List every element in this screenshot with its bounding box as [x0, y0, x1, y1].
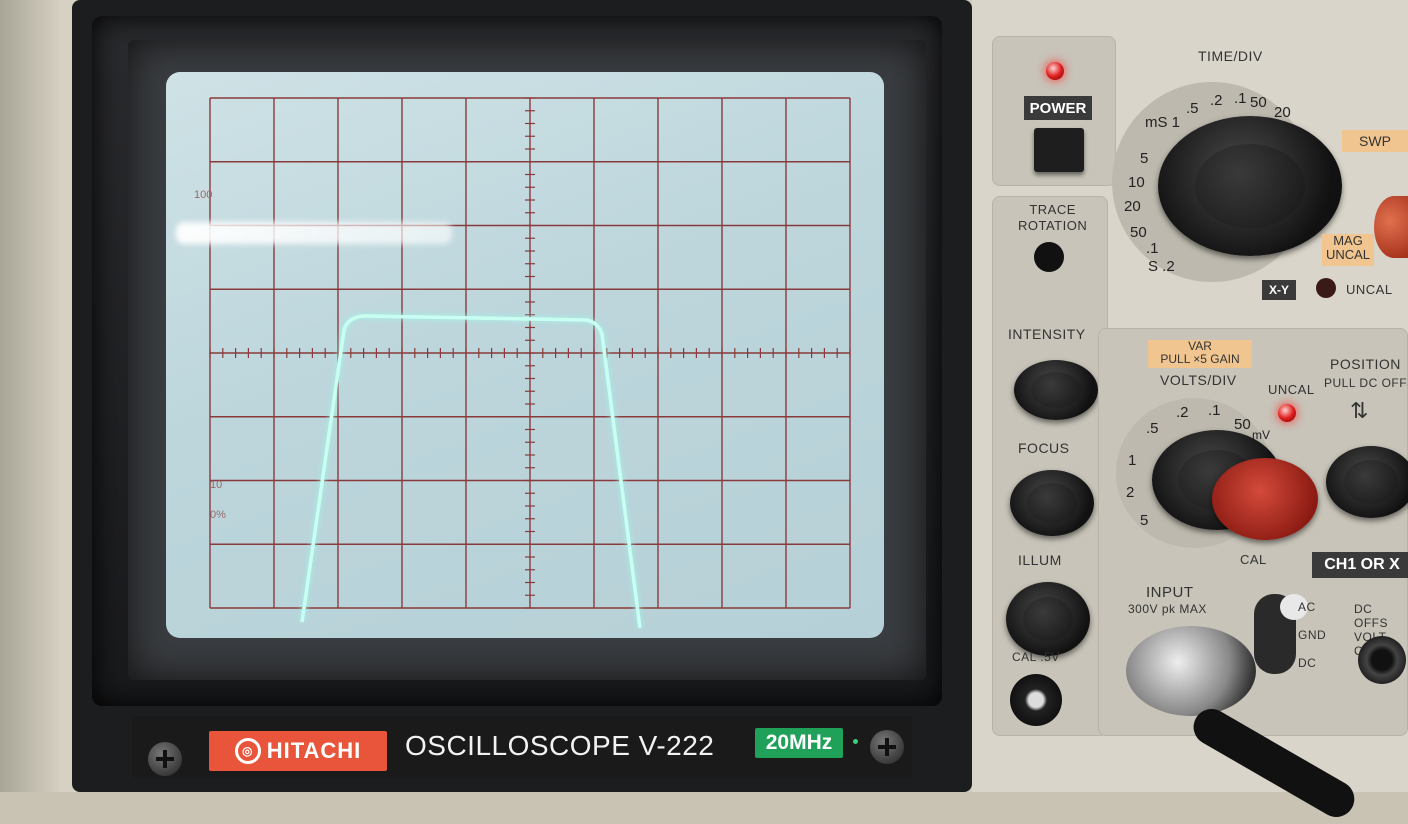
time-div-knob[interactable]	[1158, 116, 1342, 256]
graticule-label-100: 100	[194, 189, 212, 201]
power-led	[1046, 62, 1064, 80]
time-scale-5: 5	[1140, 150, 1149, 167]
volts-cal-label: CAL	[1240, 552, 1267, 567]
pull-dc-offset-label: PULL DC OFFS	[1324, 376, 1408, 390]
graticule-label-10: 10	[210, 479, 222, 491]
time-scale-20b: 20	[1124, 198, 1141, 215]
time-scale-10: 10	[1128, 174, 1145, 191]
cal-output-label: CAL .5V	[1012, 650, 1060, 664]
volts-div-label: VOLTS/DIV	[1160, 372, 1237, 388]
power-label: POWER	[1024, 96, 1092, 120]
time-scale-1ms: mS 1	[1145, 114, 1181, 131]
uncal-indicator	[1316, 278, 1336, 298]
swp-var-knob[interactable]	[1374, 196, 1408, 258]
dc-offset-out-terminal[interactable]	[1358, 636, 1406, 684]
screen-glare	[176, 222, 452, 244]
xy-label: X-Y	[1262, 280, 1296, 300]
volts-uncal-label: UNCAL	[1268, 382, 1315, 397]
brand-badge: ◎ HITACHI	[209, 731, 387, 771]
volts-scale-5: 5	[1140, 512, 1149, 529]
illum-knob[interactable]	[1006, 582, 1090, 656]
coupling-dc-label: DC	[1298, 656, 1317, 670]
time-scale-50: 50	[1250, 94, 1267, 111]
screw-right	[870, 730, 904, 764]
focus-knob[interactable]	[1010, 470, 1094, 536]
input-label: INPUT	[1146, 584, 1194, 601]
bandwidth-badge: 20MHz	[755, 728, 843, 758]
signal-trace	[300, 314, 642, 629]
time-scale-01: .1	[1234, 90, 1247, 107]
volts-scale-05: .5	[1146, 420, 1159, 437]
var-pull-gain-label: VAR PULL ×5 GAIN	[1148, 340, 1252, 368]
trace-rotation-adjust[interactable]	[1034, 242, 1064, 272]
model-text: OSCILLOSCOPE V-222	[405, 730, 715, 761]
mag-uncal-label: MAG UNCAL	[1322, 234, 1374, 266]
position-knob[interactable]	[1326, 446, 1408, 518]
hitachi-logo-icon: ◎	[234, 738, 261, 764]
volts-scale-2: 2	[1126, 484, 1135, 501]
time-uncal-label: UNCAL	[1346, 282, 1393, 297]
time-div-label: TIME/DIV	[1198, 48, 1263, 64]
volts-scale-01: .1	[1208, 402, 1221, 419]
updown-arrows-icon: ⇅	[1350, 398, 1369, 423]
time-scale-s01: .1	[1146, 240, 1159, 257]
swp-label: SWP	[1342, 130, 1408, 152]
time-scale-50b: 50	[1130, 224, 1147, 241]
time-scale-05: .5	[1186, 100, 1199, 117]
volts-scale-50: 50	[1234, 416, 1251, 433]
bandwidth-dot	[853, 739, 858, 744]
illum-label: ILLUM	[1018, 552, 1062, 568]
intensity-label: INTENSITY	[1008, 326, 1086, 342]
power-button[interactable]	[1034, 128, 1084, 172]
input-bnc-connector[interactable]	[1126, 626, 1256, 716]
intensity-knob[interactable]	[1014, 360, 1098, 420]
volts-uncal-led	[1278, 404, 1296, 422]
coupling-gnd-label: GND	[1298, 628, 1327, 642]
coupling-ac-label: AC	[1298, 600, 1316, 614]
focus-label: FOCUS	[1018, 440, 1070, 456]
graticule-label-0pct: 0%	[210, 509, 226, 521]
time-scale-02: .2	[1210, 92, 1223, 109]
volts-scale-1: 1	[1128, 452, 1137, 469]
volts-var-knob[interactable]	[1212, 458, 1318, 540]
graticule: 100 10 0%	[194, 97, 851, 629]
ch1-or-x-label: CH1 OR X	[1312, 552, 1408, 578]
position-label: POSITION	[1330, 356, 1401, 372]
time-scale-s02: S .2	[1148, 258, 1175, 275]
cal-output-terminal[interactable]	[1010, 674, 1062, 726]
input-max-label: 300V pk MAX	[1128, 602, 1207, 616]
brand-name: HITACHI	[266, 738, 362, 763]
volts-scale-02: .2	[1176, 404, 1189, 421]
screw-left	[148, 742, 182, 776]
left-edge	[0, 0, 60, 792]
trace-rotation-label: TRACE ROTATION	[1018, 202, 1088, 233]
